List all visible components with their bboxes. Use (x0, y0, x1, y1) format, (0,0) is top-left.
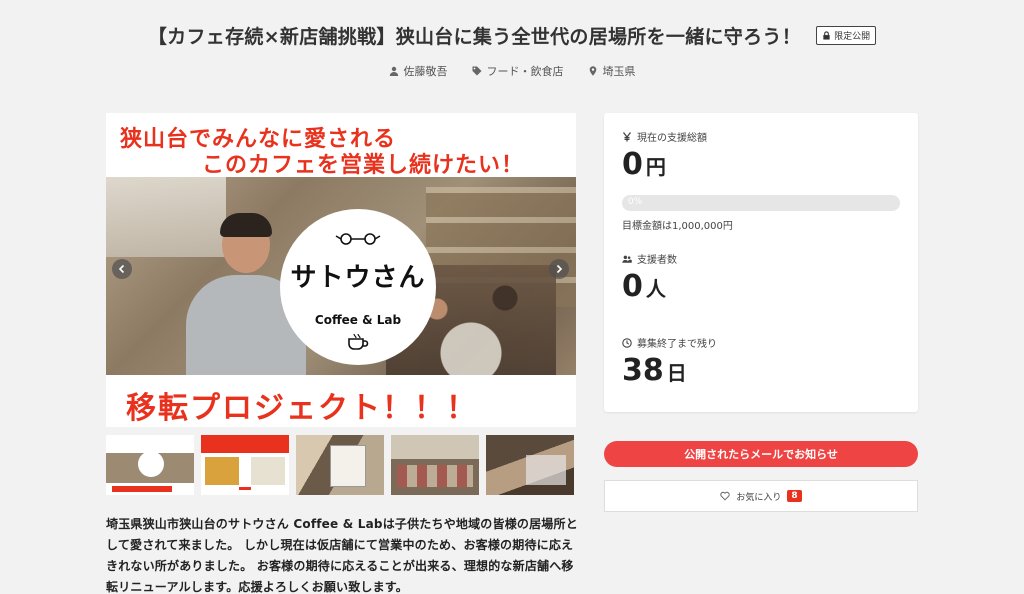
thumbnail-4[interactable] (391, 435, 479, 495)
project-description: 埼玉県狭山市狭山台のサトウさん Coffee & Labは子供たちや地域の皆様の… (106, 517, 578, 594)
page-title: 【カフェ存続×新店舗挑戦】狭山台に集う全世代の居場所を一緒に守ろう！ (147, 26, 801, 48)
remaining-number: 38 (622, 353, 664, 388)
remaining-label-text: 募集終了まで残り (637, 339, 717, 350)
favorite-button[interactable]: お気に入り 8 (604, 480, 918, 512)
notify-on-launch-button[interactable]: 公開されたらメールでお知らせ (604, 441, 918, 467)
clock-icon (622, 337, 632, 348)
main-visual[interactable]: 狭山台でみんなに愛される このカフェを営業し続けたい！ サトウさん Coffee… (106, 113, 576, 427)
backers-number: 0 (622, 269, 643, 304)
users-icon (622, 255, 632, 263)
backers-label-text: 支援者数 (637, 255, 677, 266)
visual-headline-2: このカフェを営業し続けたい！ (202, 153, 525, 178)
category-link[interactable]: フード・飲食店 (472, 63, 564, 79)
remaining-unit: 日 (666, 361, 687, 385)
favorite-label: お気に入り (736, 492, 782, 503)
thumbnail-2-arrow (239, 487, 251, 490)
user-icon (389, 66, 398, 76)
category-name: フード・飲食店 (486, 65, 564, 78)
limited-badge: 限定公開 (816, 26, 877, 45)
carousel-prev-button[interactable] (112, 259, 132, 279)
owner-link[interactable]: 佐藤敬吾 (389, 63, 448, 79)
project-meta: 佐藤敬吾 フード・飲食店 埼玉県 (0, 63, 1024, 79)
remaining-label: 募集終了まで残り (622, 335, 717, 350)
goal-amount: 目標金額は1,000,000円 (622, 221, 733, 232)
logo-sub: Coffee & Lab (314, 313, 402, 327)
total-amount-unit: 円 (645, 155, 666, 179)
lock-icon (823, 31, 830, 40)
thumbnail-2-old-shop (205, 457, 239, 485)
person-hair (220, 213, 272, 237)
backers-label: 支援者数 (622, 251, 677, 266)
visual-header: 狭山台でみんなに愛される このカフェを営業し続けたい！ (106, 113, 576, 178)
coffee-cup-icon (348, 333, 369, 350)
glasses-icon (335, 233, 381, 245)
chevron-right-icon (556, 264, 563, 274)
backers-value: 0人 (622, 269, 666, 304)
chevron-left-icon (118, 264, 125, 274)
visual-footer: 移転プロジェクト！！！ (106, 375, 576, 427)
map-pin-icon (589, 66, 596, 76)
location-name: 埼玉県 (602, 65, 636, 78)
cafe-photo: サトウさん Coffee & Lab (106, 177, 576, 375)
logo-name: サトウさん (290, 263, 426, 293)
total-amount-label: 現在の支援総額 (622, 129, 707, 144)
total-amount-value: 0円 (622, 147, 666, 182)
carousel-next-button[interactable] (549, 259, 569, 279)
remaining-value: 38 日 (622, 353, 687, 388)
location-link[interactable]: 埼玉県 (588, 63, 636, 79)
heart-icon (720, 491, 731, 501)
yen-icon (622, 131, 632, 141)
thumbnail-3[interactable] (296, 435, 384, 495)
funding-progress-text: 0% (628, 197, 643, 207)
favorite-count-badge: 8 (787, 490, 802, 502)
thumbnail-1-banner (112, 486, 172, 492)
thumbnail-2[interactable] (201, 435, 289, 495)
funding-progress-bar: 0% (622, 195, 900, 211)
thumbnail-2-banner (201, 435, 289, 453)
thumbnail-strip (106, 435, 576, 495)
funding-stats-card: 現在の支援総額 0円 0% 目標金額は1,000,000円 支援者数 0人 募集… (604, 113, 918, 412)
visual-footer-text: 移転プロジェクト！！！ (126, 391, 478, 426)
tag-icon (472, 66, 481, 76)
backers-unit: 人 (645, 277, 666, 301)
cafe-logo: サトウさん Coffee & Lab (280, 209, 436, 365)
thumbnail-2-new-shop (251, 457, 285, 485)
title-row: 【カフェ存続×新店舗挑戦】狭山台に集う全世代の居場所を一緒に守ろう！ 限定公開 (0, 22, 1024, 49)
limited-badge-label: 限定公開 (834, 32, 871, 42)
total-amount-label-text: 現在の支援総額 (637, 133, 707, 144)
total-amount-number: 0 (622, 147, 643, 182)
thumbnail-5[interactable] (486, 435, 574, 495)
owner-name: 佐藤敬吾 (403, 65, 448, 78)
thumbnail-1[interactable] (106, 435, 194, 495)
